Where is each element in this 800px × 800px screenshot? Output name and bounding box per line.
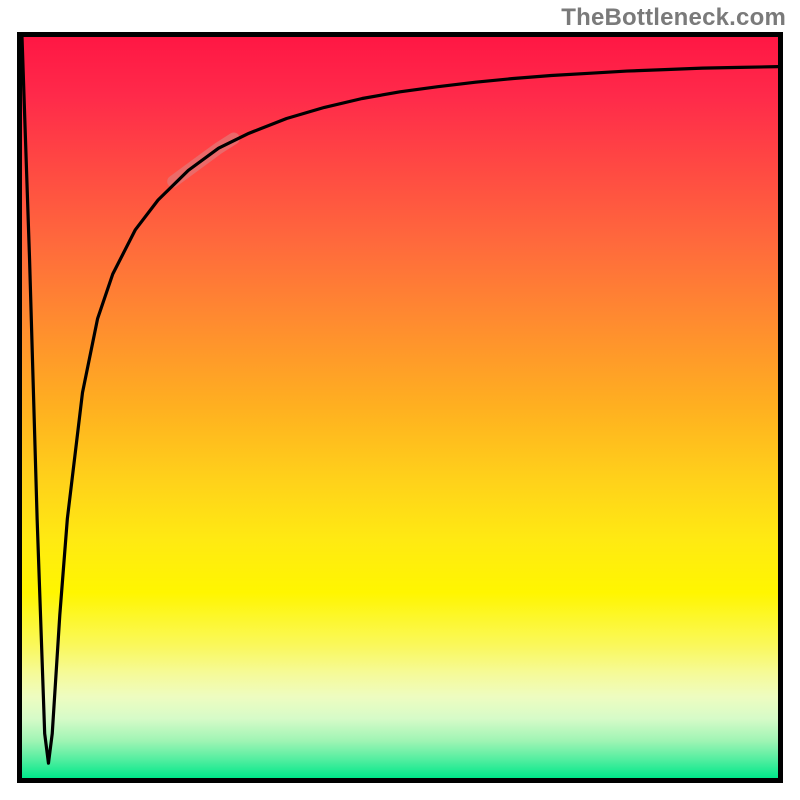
chart-stage: TheBottleneck.com: [0, 0, 800, 800]
watermark-label: TheBottleneck.com: [561, 4, 786, 32]
plot-frame: [17, 32, 783, 783]
curve-layer: [22, 37, 778, 778]
bottleneck-curve: [22, 37, 778, 763]
